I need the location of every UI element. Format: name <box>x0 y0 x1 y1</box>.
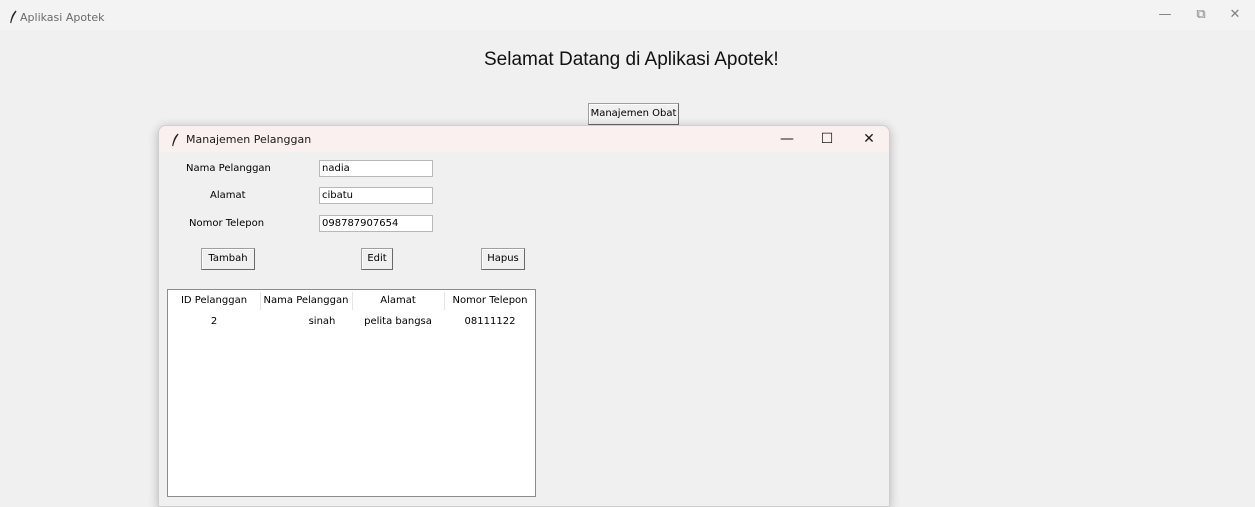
nama-pelanggan-label: Nama Pelanggan <box>186 163 271 174</box>
restore-button[interactable]: ⧉ <box>1191 6 1211 24</box>
column-header-id[interactable]: ID Pelanggan <box>168 294 260 308</box>
column-header-telepon[interactable]: Nomor Telepon <box>444 294 536 308</box>
feather-icon <box>172 133 179 147</box>
child-maximize-button[interactable]: ☐ <box>816 129 838 149</box>
nama-pelanggan-input[interactable] <box>319 160 433 177</box>
minimize-button[interactable]: — <box>1155 6 1175 24</box>
nomor-telepon-label: Nomor Telepon <box>189 218 265 229</box>
pelanggan-table[interactable]: ID Pelanggan Nama Pelanggan Alamat Nomor… <box>167 289 536 497</box>
main-window: Aplikasi Apotek — ⧉ ✕ Selamat Datang di … <box>0 0 1255 507</box>
tambah-button[interactable]: Tambah <box>201 248 255 270</box>
column-header-alamat[interactable]: Alamat <box>352 294 444 308</box>
close-button[interactable]: ✕ <box>1225 6 1245 24</box>
manajemen-pelanggan-window: Manajemen Pelanggan — ☐ ✕ Nama Pelanggan… <box>158 125 890 507</box>
hapus-button[interactable]: Hapus <box>481 248 525 270</box>
edit-button[interactable]: Edit <box>361 248 393 270</box>
cell-id: 2 <box>210 316 218 327</box>
table-header: ID Pelanggan Nama Pelanggan Alamat Nomor… <box>168 290 535 312</box>
nomor-telepon-input[interactable] <box>319 215 433 232</box>
child-minimize-button[interactable]: — <box>776 129 798 149</box>
cell-telepon: 08111122 <box>464 316 516 327</box>
alamat-label: Alamat <box>210 190 246 201</box>
child-close-button[interactable]: ✕ <box>858 129 880 149</box>
welcome-heading: Selamat Datang di Aplikasi Apotek! <box>484 49 779 70</box>
alamat-input[interactable] <box>319 187 433 204</box>
child-window-title: Manajemen Pelanggan <box>186 133 312 146</box>
column-header-nama[interactable]: Nama Pelanggan <box>260 294 352 308</box>
child-titlebar[interactable]: Manajemen Pelanggan — ☐ ✕ <box>159 126 889 152</box>
main-window-title: Aplikasi Apotek <box>20 11 105 24</box>
feather-icon <box>10 10 17 24</box>
manajemen-obat-button[interactable]: Manajemen Obat <box>588 103 679 125</box>
main-titlebar[interactable]: Aplikasi Apotek — ⧉ ✕ <box>0 0 1255 30</box>
cell-alamat: pelita bangsa <box>364 316 432 327</box>
